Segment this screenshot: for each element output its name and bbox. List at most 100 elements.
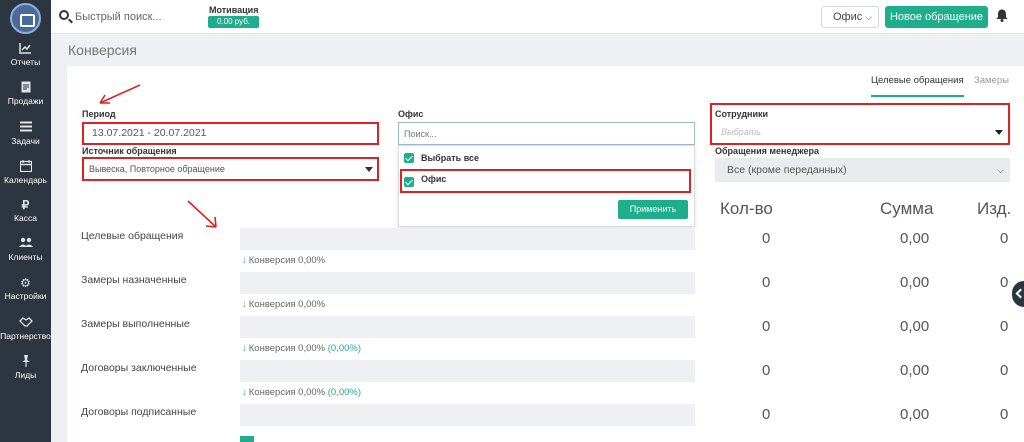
- conversion-extra: (0,00%): [327, 343, 362, 354]
- period-input[interactable]: 13.07.2021 - 20.07.2021: [82, 122, 379, 145]
- motivation-label: Мотивация: [209, 5, 259, 15]
- sidebar-item-tasks[interactable]: Задачи: [0, 121, 51, 147]
- conversion-value: Конверсия 0,00%: [248, 255, 326, 266]
- period-label: Период: [82, 109, 116, 119]
- sidebar-item-leads[interactable]: Лиды: [0, 355, 51, 381]
- row-items: 0: [1000, 406, 1009, 423]
- employees-label: Сотрудники: [715, 109, 769, 119]
- handshake-icon: [0, 316, 51, 330]
- progress-bar: [240, 360, 695, 382]
- office-select-value: Офис: [833, 11, 863, 23]
- sidebar-item-label: Задачи: [11, 136, 40, 146]
- sidebar-item-label: Лиды: [14, 370, 37, 380]
- sidebar-item-clients[interactable]: Клиенты: [0, 237, 51, 263]
- sidebar-item-label: Клиенты: [8, 252, 43, 262]
- sidebar-item-settings[interactable]: ⚙ Настройки: [0, 276, 51, 302]
- calendar-icon: [0, 160, 51, 174]
- chart-line-icon: [0, 42, 51, 56]
- ruble-icon: ₽: [21, 198, 30, 212]
- progress-bar: [240, 404, 695, 426]
- select-all-label[interactable]: Выбрать все: [421, 153, 479, 163]
- progress-bar: [240, 316, 695, 338]
- tab-target-requests[interactable]: Целевые обращения: [871, 75, 964, 97]
- sidebar-item-partnership[interactable]: Партнерство: [0, 316, 51, 342]
- sidebar-item-label: Продажи: [7, 96, 44, 106]
- sidebar-item-label: Настройки: [4, 291, 47, 301]
- gear-icon: ⚙: [20, 276, 31, 290]
- column-count-header: Кол-во: [720, 199, 773, 218]
- checkbox-office[interactable]: [404, 177, 414, 187]
- app-logo[interactable]: [10, 3, 41, 34]
- sidebar-item-reports[interactable]: Отчеты: [0, 42, 51, 68]
- column-items-header: Изд.: [977, 199, 1012, 218]
- row-count: 0: [762, 406, 771, 423]
- conversion-text: ↓ Конверсия 0,00% (0,00%): [242, 343, 361, 354]
- column-sum-header: Сумма: [880, 199, 934, 218]
- bottom-checkbox[interactable]: [240, 436, 254, 442]
- row-items: 0: [1000, 230, 1009, 247]
- sidebar-item-label: Партнерство: [0, 331, 51, 341]
- row-count: 0: [762, 274, 771, 291]
- row-count: 0: [762, 362, 771, 379]
- conversion-extra: (0,00%): [327, 387, 362, 398]
- source-select[interactable]: Вывеска, Повторное обращение: [82, 157, 379, 181]
- tab-measurements[interactable]: Замеры: [974, 75, 1009, 86]
- row-sum: 0,00: [900, 274, 930, 291]
- row-sum: 0,00: [900, 406, 930, 423]
- sidebar-item-label: Касса: [14, 213, 37, 223]
- row-items: 0: [1000, 362, 1009, 379]
- apply-button[interactable]: Применить: [618, 200, 688, 219]
- conversion-value: Конверсия 0,00%: [248, 387, 326, 398]
- conversion-text: ↓ Конверсия 0,00%: [242, 299, 325, 310]
- search-input[interactable]: [75, 8, 195, 26]
- office-label: Офис: [398, 109, 424, 119]
- sidebar-item-label: Отчеты: [10, 57, 41, 67]
- row-label-measurements-scheduled: Замеры назначенные: [81, 274, 187, 286]
- sidebar-item-sales[interactable]: Продажи: [0, 81, 51, 107]
- manager-select[interactable]: Все (кроме переданных) ⌵: [715, 158, 1010, 182]
- sidebar-item-cashbox[interactable]: ₽ Касса: [0, 198, 51, 224]
- source-value: Вывеска, Повторное обращение: [89, 164, 225, 174]
- row-sum: 0,00: [900, 318, 930, 335]
- row-sum: 0,00: [900, 362, 930, 379]
- office-search-input[interactable]: [398, 122, 695, 145]
- row-label-target-requests: Целевые обращения: [81, 230, 184, 242]
- row-label-contracts-signed: Договоры подписанные: [81, 406, 197, 418]
- row-items: 0: [1000, 318, 1009, 335]
- progress-bar: [240, 228, 695, 250]
- sidebar: Отчеты Продажи Задачи Календарь ₽ Касса …: [0, 0, 51, 442]
- users-icon: [0, 237, 51, 251]
- manager-value: Все (кроме переданных): [727, 164, 847, 176]
- conversion-value: Конверсия 0,00%: [248, 343, 326, 354]
- search-icon: [59, 10, 69, 20]
- sidebar-item-calendar[interactable]: Календарь: [0, 160, 51, 186]
- checkbox-select-all[interactable]: [404, 153, 414, 163]
- period-value: 13.07.2021 - 20.07.2021: [92, 127, 207, 139]
- new-request-button[interactable]: Новое обращение: [885, 6, 988, 28]
- manager-label: Обращения менеджера: [715, 146, 819, 156]
- row-sum: 0,00: [900, 230, 930, 247]
- office-select[interactable]: Офис ⌵: [821, 6, 879, 28]
- row-label-contracts-concluded: Договоры заключенные: [81, 362, 197, 374]
- page-title: Конверсия: [68, 42, 137, 58]
- conversion-text: ↓ Конверсия 0,00%: [242, 255, 325, 266]
- sidebar-item-label: Календарь: [4, 175, 47, 185]
- conversion-text: ↓ Конверсия 0,00% (0,00%): [242, 387, 361, 398]
- row-items: 0: [1000, 274, 1009, 291]
- top-bar: Мотивация 0.00 руб. Офис ⌵ Новое обращен…: [51, 0, 1024, 34]
- row-count: 0: [762, 318, 771, 335]
- row-count: 0: [762, 230, 771, 247]
- annotation-arrow-rows: [187, 200, 217, 228]
- progress-bar: [240, 272, 695, 294]
- arrow-down-icon: ↓: [242, 387, 247, 398]
- pin-icon: [0, 355, 51, 369]
- employees-placeholder: Выбрать: [721, 127, 761, 137]
- arrow-down-icon: ↓: [242, 299, 247, 310]
- office-option-label[interactable]: Офис: [421, 174, 446, 184]
- conversion-value: Конверсия 0,00%: [248, 299, 326, 310]
- employees-select[interactable]: Выбрать: [715, 122, 1007, 142]
- document-icon: [0, 81, 51, 95]
- annotation-arrow-period: [99, 84, 141, 104]
- bell-icon[interactable]: [996, 9, 1008, 22]
- source-label: Источник обращения: [82, 146, 177, 156]
